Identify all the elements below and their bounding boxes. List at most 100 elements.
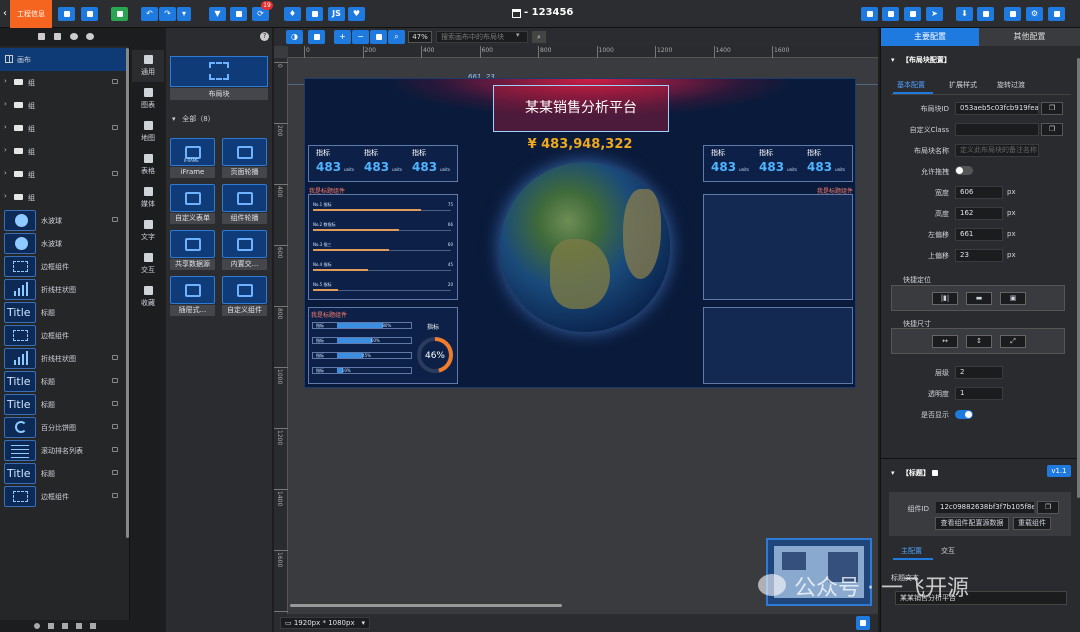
align-button[interactable] bbox=[308, 30, 325, 44]
zoom-search-button[interactable]: ⌕ bbox=[388, 30, 405, 44]
layer-item[interactable]: 水波球 bbox=[0, 232, 126, 255]
align-left-button[interactable]: |▮| bbox=[932, 292, 958, 305]
layers-scrollbar[interactable] bbox=[126, 48, 129, 538]
theme-button[interactable]: ♦ bbox=[284, 7, 301, 21]
layer-item[interactable]: Title 标题 bbox=[0, 393, 126, 416]
config-field-input[interactable]: 定义此布局块的备注名称 bbox=[955, 144, 1039, 157]
lock-icon[interactable] bbox=[112, 401, 118, 406]
database-button[interactable] bbox=[230, 7, 247, 21]
copy-icon[interactable]: ❐ bbox=[1041, 102, 1063, 115]
right-panel-top[interactable] bbox=[703, 194, 853, 300]
back-button[interactable]: ‹ bbox=[0, 0, 10, 28]
layer-input[interactable]: 2 bbox=[955, 366, 1003, 379]
config-field-input[interactable]: 661 bbox=[955, 228, 1003, 241]
template-button[interactable] bbox=[1004, 7, 1021, 21]
subtab-extend[interactable]: 扩展样式 bbox=[949, 80, 977, 90]
subtab-basic[interactable]: 基本配置 bbox=[897, 80, 925, 90]
import-button[interactable] bbox=[977, 7, 994, 21]
canvas-h-scrollbar[interactable] bbox=[290, 604, 562, 607]
favorite-button[interactable]: ♥ bbox=[348, 7, 365, 21]
project-info-badge[interactable]: 工程信息 bbox=[10, 0, 52, 28]
layer-item[interactable]: › 组 bbox=[0, 163, 126, 186]
chevron-right-icon[interactable]: › bbox=[4, 100, 7, 108]
trash-icon[interactable] bbox=[90, 623, 96, 629]
lock-icon[interactable] bbox=[112, 493, 118, 498]
palette-item[interactable]: 内置交... bbox=[222, 230, 267, 270]
layers-button[interactable] bbox=[58, 7, 75, 21]
percent-ring[interactable]: 46% bbox=[415, 335, 455, 375]
chevron-right-icon[interactable]: › bbox=[4, 169, 7, 177]
category-text[interactable]: 文字 bbox=[132, 215, 164, 247]
lock-icon[interactable] bbox=[112, 125, 118, 130]
palette-item[interactable]: IFRAME iFrame bbox=[170, 138, 215, 178]
copy-component-id-button[interactable]: ❐ bbox=[1037, 501, 1059, 514]
chevron-right-icon[interactable]: › bbox=[4, 146, 7, 154]
align-center-button[interactable]: ▬ bbox=[966, 292, 992, 305]
layer-item[interactable]: Title 标题 bbox=[0, 462, 126, 485]
redo-button[interactable]: ↷ bbox=[159, 7, 176, 21]
category-cube[interactable]: 通用 bbox=[132, 50, 164, 82]
save-button[interactable] bbox=[306, 7, 323, 21]
subtab-main[interactable]: 主配置 bbox=[901, 546, 922, 556]
subtab-rotate[interactable]: 旋转过渡 bbox=[997, 80, 1025, 90]
theme-toggle-button[interactable]: ◑ bbox=[286, 30, 303, 44]
layer-item[interactable]: › 组 bbox=[0, 186, 126, 209]
lock-all-icon[interactable] bbox=[38, 33, 45, 40]
chevron-right-icon[interactable]: › bbox=[4, 192, 7, 200]
section-layout-header[interactable]: ▾ 【布局块配置】 bbox=[891, 55, 951, 65]
config-field-input[interactable]: 162 bbox=[955, 207, 1003, 220]
fit-screen-button[interactable] bbox=[370, 30, 387, 44]
category-table[interactable]: 表格 bbox=[132, 149, 164, 181]
paste-icon[interactable] bbox=[76, 623, 82, 629]
category-map[interactable]: 地图 bbox=[132, 116, 164, 148]
preview-button[interactable] bbox=[861, 7, 878, 21]
visible-toggle[interactable] bbox=[955, 410, 973, 419]
layer-item[interactable]: 边框组件 bbox=[0, 324, 126, 347]
config-field-input[interactable]: 053aeb5c03fcb919fea bbox=[955, 102, 1039, 115]
palette-item[interactable]: 页面轮播 bbox=[222, 138, 267, 178]
copy-icon[interactable]: ❐ bbox=[1041, 123, 1063, 136]
tab-main-config[interactable]: 主要配置 bbox=[881, 28, 979, 46]
opacity-input[interactable]: 1 bbox=[955, 387, 1003, 400]
zoom-in-button[interactable]: + bbox=[334, 30, 351, 44]
section-title-header[interactable]: ▾ 【标题】 bbox=[891, 468, 939, 478]
layer-item[interactable]: 边框组件 bbox=[0, 255, 126, 278]
unlock-all-icon[interactable] bbox=[54, 33, 61, 40]
download-button[interactable]: ⬇ bbox=[956, 7, 973, 21]
lock-icon[interactable] bbox=[112, 447, 118, 452]
view-source-button[interactable]: 查看组件配置源数据 bbox=[935, 517, 1009, 530]
chevron-right-icon[interactable]: › bbox=[4, 123, 7, 131]
settings-button[interactable]: ⚙ bbox=[1026, 7, 1043, 21]
canvas-search-input[interactable]: 搜索画布中的布局块 bbox=[436, 31, 528, 43]
palette-item[interactable]: 自定义组件 bbox=[222, 276, 267, 316]
fit-both-button[interactable]: ⤢ bbox=[1000, 335, 1026, 348]
align-right-button[interactable]: ▣ bbox=[1000, 292, 1026, 305]
palette-item[interactable]: 插屉式... bbox=[170, 276, 215, 316]
palette-group-header[interactable]: ▾ 全部（8） bbox=[172, 114, 215, 124]
drag-toggle[interactable] bbox=[955, 166, 973, 175]
fit-height-button[interactable]: ↕ bbox=[966, 335, 992, 348]
lock-icon[interactable] bbox=[112, 424, 118, 429]
config-field-input[interactable]: 23 bbox=[955, 249, 1003, 262]
copy-icon[interactable] bbox=[48, 623, 54, 629]
component-button[interactable] bbox=[81, 7, 98, 21]
undo-button[interactable]: ↶ bbox=[141, 7, 158, 21]
dashboard-canvas[interactable]: 某某销售分析平台 ¥ 483,948,322 指标 483 units 指标 483 un… bbox=[304, 78, 856, 388]
config-field-input[interactable]: 606 bbox=[955, 186, 1003, 199]
js-button[interactable]: JS bbox=[328, 7, 345, 21]
lock-icon[interactable] bbox=[112, 217, 118, 222]
canvas-size-select[interactable]: ▭ 1920px * 1080px ▾ bbox=[280, 617, 370, 629]
tab-other-config[interactable]: 其他配置 bbox=[979, 28, 1080, 46]
desktop-button[interactable] bbox=[882, 7, 899, 21]
component-id-field[interactable]: 12c09882638bf3f7b105f8ec bbox=[935, 501, 1035, 514]
lock-icon[interactable] bbox=[112, 171, 118, 176]
palette-item[interactable]: 共享数据源 bbox=[170, 230, 215, 270]
palette-item[interactable]: 自定义表单 bbox=[170, 184, 215, 224]
layer-item[interactable]: 折线柱状图 bbox=[0, 278, 126, 301]
layer-item[interactable]: 水波球 bbox=[0, 209, 126, 232]
more-button[interactable]: ▾ bbox=[177, 7, 191, 21]
layer-item[interactable]: 折线柱状图 bbox=[0, 347, 126, 370]
chevron-right-icon[interactable]: › bbox=[4, 77, 7, 85]
palette-item[interactable]: 组件轮播 bbox=[222, 184, 267, 224]
layer-item[interactable]: Title 标题 bbox=[0, 301, 126, 324]
